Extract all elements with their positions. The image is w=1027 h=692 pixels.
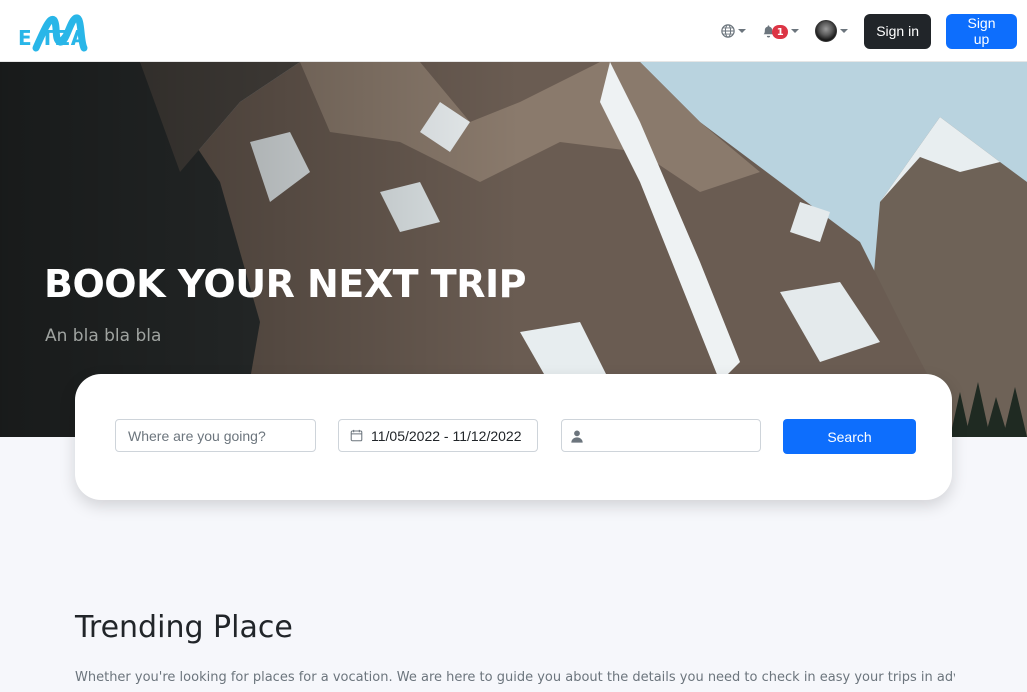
destination-field[interactable] (115, 419, 316, 452)
logo-text: E TZA (18, 26, 88, 50)
calendar-icon (350, 429, 363, 442)
nav-actions: 1 Sign in Sign up (721, 13, 1017, 49)
search-button[interactable]: Search (783, 419, 916, 454)
user-menu-dropdown[interactable] (815, 20, 849, 42)
notification-badge: 1 (772, 25, 789, 39)
date-range-field[interactable]: 11/05/2022 - 11/12/2022 (338, 419, 538, 452)
hero-subtitle: An bla bla bla (45, 326, 162, 346)
trending-title: Trending Place (75, 610, 293, 645)
sign-in-button[interactable]: Sign in (864, 13, 931, 49)
guests-field[interactable] (561, 419, 761, 452)
avatar (815, 20, 838, 42)
notifications-dropdown[interactable]: 1 (762, 24, 800, 39)
language-dropdown[interactable] (721, 24, 747, 38)
user-icon (571, 429, 583, 443)
chevron-down-icon (791, 29, 800, 33)
destination-input[interactable] (128, 427, 315, 444)
chevron-down-icon (738, 29, 747, 33)
hero-title: BOOK YOUR NEXT TRIP (44, 262, 526, 306)
search-card: 11/05/2022 - 11/12/2022 Search (75, 374, 952, 500)
date-range-value: 11/05/2022 - 11/12/2022 (371, 427, 522, 444)
chevron-down-icon (840, 29, 849, 33)
brand-logo[interactable]: E TZA (18, 10, 128, 54)
globe-icon (721, 24, 735, 38)
trending-description: Whether you're looking for places for a … (75, 670, 955, 685)
top-navbar: E TZA 1 Sign in Sign up (0, 0, 1027, 62)
sign-up-button[interactable]: Sign up (946, 13, 1017, 49)
